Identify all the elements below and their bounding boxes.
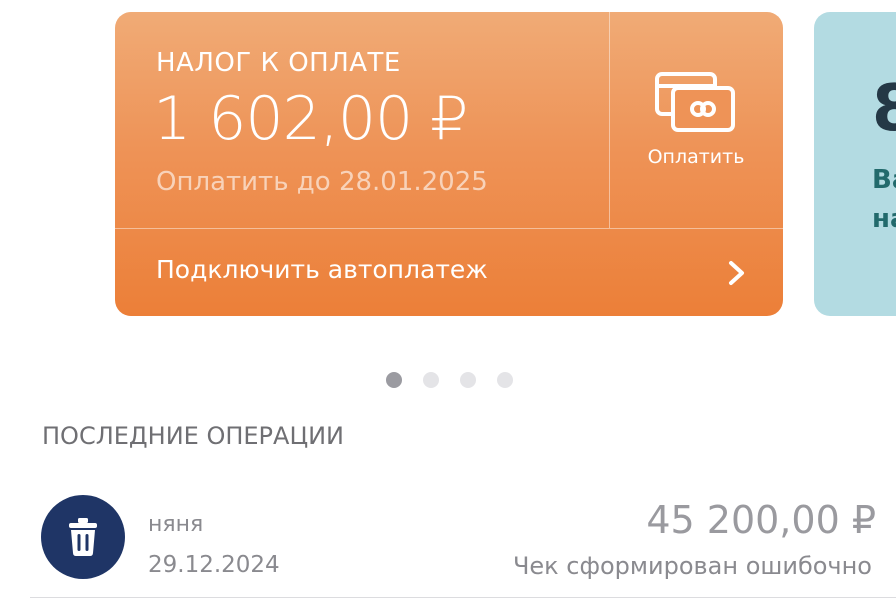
tax-amount: 1 602,00 ₽	[153, 84, 468, 154]
operation-amount: 45 200,00 ₽	[646, 498, 876, 542]
pagination-dot-1[interactable]	[386, 372, 402, 388]
info-card-line-2: на	[872, 204, 896, 234]
operation-date: 29.12.2024	[148, 552, 280, 578]
operations-title: ПОСЛЕДНИЕ ОПЕРАЦИИ	[42, 422, 344, 450]
info-card[interactable]: 8 Ва на	[814, 12, 896, 316]
info-card-line-1: Ва	[872, 165, 896, 195]
pagination-dot-2[interactable]	[423, 372, 439, 388]
tax-card: НАЛОГ К ОПЛАТЕ 1 602,00 ₽ Оплатить до 28…	[115, 12, 783, 316]
trash-icon	[69, 518, 97, 556]
carousel-pagination	[386, 372, 513, 388]
credit-cards-icon	[655, 72, 735, 132]
operation-status: Чек сформирован ошибочно	[512, 552, 872, 580]
pagination-dot-3[interactable]	[460, 372, 476, 388]
pay-button-label: Оплатить	[647, 146, 745, 168]
tax-due-date: Оплатить до 28.01.2025	[156, 167, 488, 197]
info-card-value: 8	[872, 72, 896, 146]
chevron-right-icon	[729, 261, 744, 285]
pagination-dot-4[interactable]	[497, 372, 513, 388]
pay-button[interactable]: Оплатить	[609, 12, 783, 228]
operation-name: няня	[148, 512, 204, 537]
operation-row[interactable]: няня 29.12.2024 45 200,00 ₽ Чек сформиро…	[30, 490, 896, 598]
autopay-button[interactable]: Подключить автоплатеж	[115, 229, 783, 316]
tax-title: НАЛОГ К ОПЛАТЕ	[156, 48, 401, 78]
operation-avatar	[41, 495, 125, 579]
autopay-label: Подключить автоплатеж	[156, 255, 488, 284]
